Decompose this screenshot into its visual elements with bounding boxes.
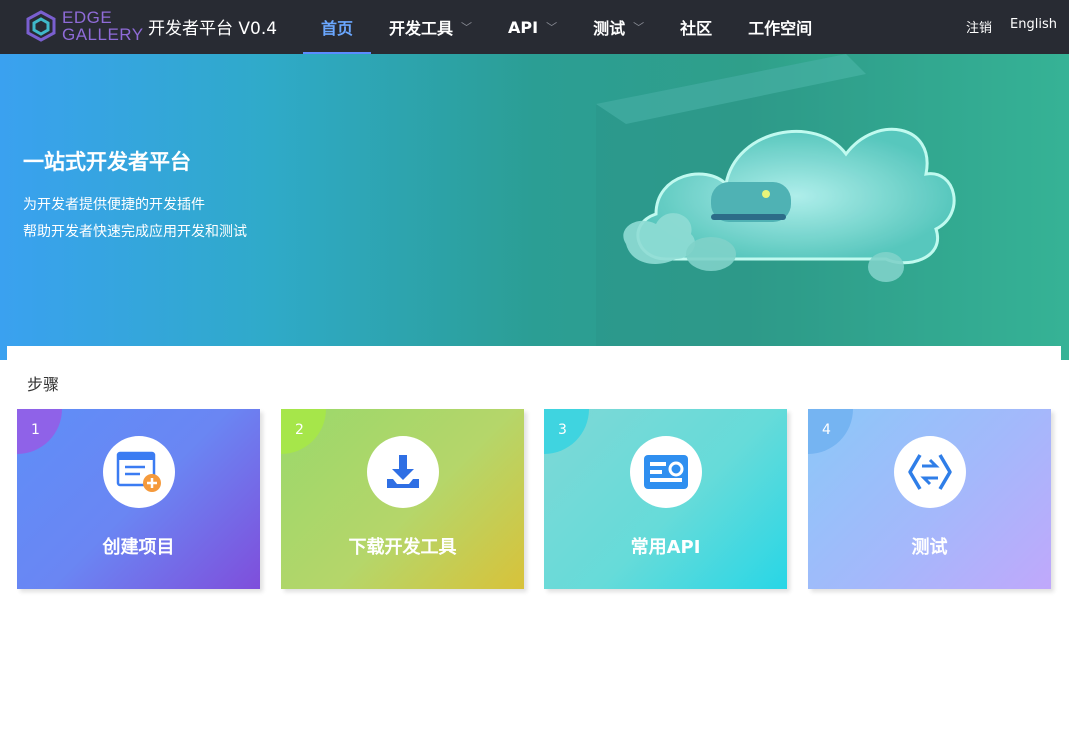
platform-title: 开发者平台 V0.4	[148, 19, 278, 39]
nav-workspace-label: 工作空间	[748, 19, 813, 38]
top-header: EDGE GALLERY 开发者平台 V0.4 首页 开发工具 ﹀ API ﹀ …	[0, 0, 1069, 54]
nav-dev-tools[interactable]: 开发工具 ﹀	[371, 0, 490, 54]
nav-api[interactable]: API ﹀	[490, 0, 575, 54]
nav-home-label: 首页	[321, 19, 354, 38]
edgegallery-logo[interactable]: EDGE GALLERY	[26, 9, 144, 43]
download-icon	[367, 436, 439, 508]
step-card-test[interactable]: 4 测试	[808, 409, 1051, 589]
hero-banner: 一站式开发者平台 为开发者提供便捷的开发插件 帮助开发者快速完成应用开发和测试	[0, 54, 1069, 360]
steps-panel: 步骤 1 创建项目 2 下载开发工具 3 常用API 4 测试	[7, 346, 1061, 618]
banner-subtitle-2: 帮助开发者快速完成应用开发和测试	[23, 224, 247, 240]
logo-cube-icon	[26, 10, 56, 42]
header-actions: 注销 English	[948, 17, 1057, 36]
step-number: 1	[31, 422, 40, 438]
step-number: 3	[558, 422, 567, 438]
logout-link[interactable]: 注销	[966, 17, 992, 36]
nav-community[interactable]: 社区	[662, 0, 730, 54]
chevron-down-icon: ﹀	[461, 21, 473, 34]
cloud-illustration	[596, 54, 1069, 360]
chevron-down-icon: ﹀	[546, 21, 558, 34]
step-card-label: 常用API	[630, 537, 701, 558]
main-nav: 首页 开发工具 ﹀ API ﹀ 测试 ﹀ 社区 工作空间	[303, 0, 830, 54]
nav-community-label: 社区	[680, 19, 713, 38]
test-icon	[894, 436, 966, 508]
steps-title: 步骤	[27, 375, 60, 394]
step-card-label: 创建项目	[102, 537, 175, 558]
banner-subtitle-1: 为开发者提供便捷的开发插件	[23, 197, 205, 213]
nav-test[interactable]: 测试 ﹀	[575, 0, 662, 54]
step-card-label: 测试	[911, 537, 948, 558]
logo-text-gallery: GALLERY	[62, 25, 144, 44]
step-card-create-project[interactable]: 1 创建项目	[17, 409, 260, 589]
banner-title: 一站式开发者平台	[23, 150, 191, 174]
step-card-label: 下载开发工具	[348, 537, 457, 558]
nav-dev-tools-label: 开发工具	[389, 19, 454, 38]
nav-home[interactable]: 首页	[303, 0, 372, 54]
step-card-common-api[interactable]: 3 常用API	[544, 409, 787, 589]
language-switch[interactable]: English	[1010, 17, 1057, 36]
logo-text-edge: EDGE	[62, 8, 113, 27]
step-card-download-tools[interactable]: 2 下载开发工具	[281, 409, 524, 589]
nav-api-label: API	[508, 17, 539, 37]
api-card-icon	[630, 436, 702, 508]
create-project-icon	[103, 436, 175, 508]
step-number: 2	[295, 422, 304, 438]
nav-test-label: 测试	[593, 19, 626, 38]
step-number: 4	[822, 422, 831, 438]
chevron-down-icon: ﹀	[633, 21, 645, 34]
nav-workspace[interactable]: 工作空间	[730, 0, 830, 54]
